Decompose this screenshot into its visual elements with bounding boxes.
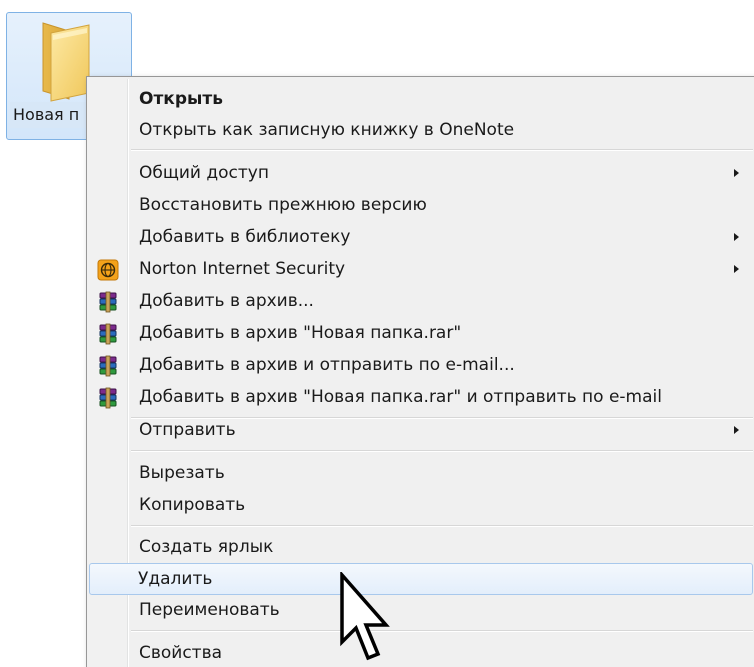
submenu-arrow-icon: [734, 265, 739, 273]
submenu-arrow-icon: [734, 426, 739, 434]
menu-item-delete[interactable]: Удалить: [89, 563, 753, 595]
menu-item-label: Norton Internet Security: [139, 259, 346, 279]
menu-item-label: Добавить в архив "Новая папка.rar" и отп…: [139, 387, 662, 407]
menu-item-properties[interactable]: Свойства: [89, 638, 753, 667]
mouse-pointer-icon: [340, 572, 390, 661]
menu-item-label: Открыть как записную книжку в OneNote: [139, 120, 515, 140]
menu-item-label: Общий доступ: [139, 163, 269, 183]
menu-separator: [131, 630, 753, 632]
menu-item-rename[interactable]: Переименовать: [89, 595, 753, 625]
menu-item-label: Создать ярлык: [139, 537, 274, 557]
menu-item-label: Переименовать: [139, 600, 280, 620]
menu-separator: [131, 149, 753, 151]
menu-item-open-onenote[interactable]: Открыть как записную книжку в OneNote: [89, 115, 753, 145]
menu-separator: [131, 525, 753, 527]
winrar-archive-icon: [99, 387, 117, 409]
menu-item-copy[interactable]: Копировать: [89, 490, 753, 520]
menu-item-archive-and-email[interactable]: Добавить в архив и отправить по e-mail..…: [89, 350, 753, 380]
menu-separator: [131, 450, 753, 452]
winrar-archive-icon: [99, 291, 117, 313]
menu-item-label: Добавить в архив "Новая папка.rar": [139, 323, 462, 343]
menu-item-label: Свойства: [139, 643, 223, 663]
menu-item-create-shortcut[interactable]: Создать ярлык: [89, 532, 753, 562]
menu-item-label: Добавить в библиотеку: [139, 227, 351, 247]
norton-globe-icon: [97, 259, 119, 281]
menu-item-label: Отправить: [139, 420, 236, 440]
menu-item-restore-version[interactable]: Восстановить прежнюю версию: [89, 190, 753, 220]
desktop: Новая п Открыть Открыть как записную кни…: [0, 0, 754, 667]
context-menu: Открыть Открыть как записную книжку в On…: [86, 76, 754, 667]
menu-item-share[interactable]: Общий доступ: [89, 158, 753, 188]
submenu-arrow-icon: [734, 233, 739, 241]
menu-item-add-to-named-archive[interactable]: Добавить в архив "Новая папка.rar": [89, 318, 753, 348]
menu-item-label: Открыть: [139, 89, 223, 109]
menu-item-label: Удалить: [138, 569, 213, 589]
folder-name-label[interactable]: Новая п: [10, 102, 95, 128]
menu-item-label: Восстановить прежнюю версию: [139, 195, 427, 215]
winrar-archive-icon: [99, 323, 117, 345]
menu-item-open[interactable]: Открыть: [89, 84, 753, 114]
menu-item-send-to[interactable]: Отправить: [89, 415, 753, 445]
winrar-archive-icon: [99, 355, 117, 377]
menu-item-named-archive-and-email[interactable]: Добавить в архив "Новая папка.rar" и отп…: [89, 382, 753, 412]
menu-item-label: Вырезать: [139, 463, 225, 483]
menu-item-norton[interactable]: Norton Internet Security: [89, 254, 753, 284]
menu-item-cut[interactable]: Вырезать: [89, 458, 753, 488]
menu-item-label: Добавить в архив...: [139, 291, 314, 311]
menu-item-add-to-library[interactable]: Добавить в библиотеку: [89, 222, 753, 252]
menu-item-label: Копировать: [139, 495, 246, 515]
menu-item-label: Добавить в архив и отправить по e-mail..…: [139, 355, 515, 375]
menu-item-add-to-archive[interactable]: Добавить в архив...: [89, 286, 753, 316]
submenu-arrow-icon: [734, 169, 739, 177]
